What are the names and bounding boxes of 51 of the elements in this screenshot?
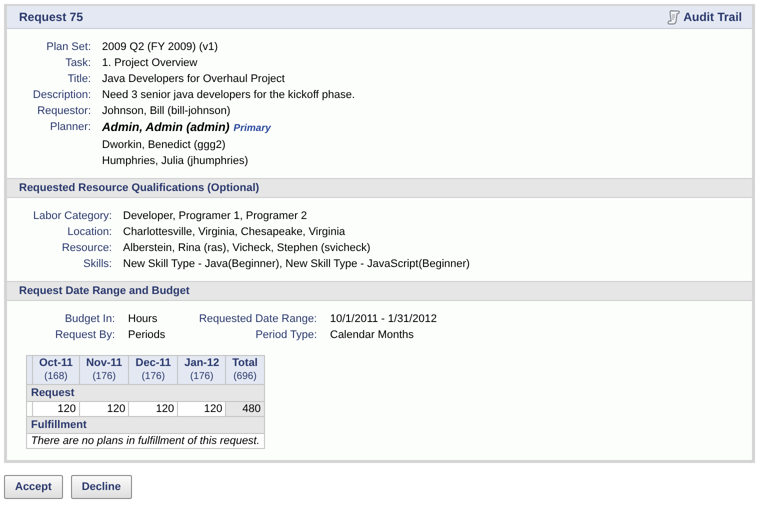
field-label: Labor Category: bbox=[32, 209, 112, 224]
table-cell: 120 bbox=[32, 402, 80, 416]
audit-trail-link[interactable]: Audit Trail bbox=[666, 9, 742, 25]
field-value: Johnson, Bill (bill-johnson) bbox=[102, 104, 232, 119]
column-header: Total (696) bbox=[226, 356, 264, 384]
planner-name: Admin, Admin (admin) bbox=[102, 120, 230, 134]
field-label: Task: bbox=[64, 56, 91, 71]
table-cell: 120 bbox=[178, 402, 226, 416]
table-cell: 120 bbox=[79, 402, 129, 416]
field-value: 2009 Q2 (FY 2009) (v1) bbox=[102, 40, 219, 55]
field-value: Charlottesville, Virginia, Chesapeake, Virginia bbox=[123, 225, 346, 240]
row-group-label: Fulfillment bbox=[26, 416, 264, 434]
column-header: Jan-12 (176) bbox=[178, 356, 226, 384]
field-value: Hours bbox=[128, 312, 158, 327]
field-label: Planner: bbox=[49, 120, 91, 135]
field-label: Budget In: bbox=[64, 312, 115, 327]
field-value: Periods bbox=[128, 328, 166, 343]
empty-message: There are no plans in fulfillment of this request. bbox=[26, 434, 264, 448]
field-label: Skills: bbox=[82, 257, 112, 272]
row-group-label: Request bbox=[26, 384, 264, 402]
field-label: Location: bbox=[66, 225, 112, 240]
field-value: 10/1/2011 - 1/31/2012 bbox=[330, 312, 438, 327]
action-button[interactable]: Decline bbox=[70, 475, 132, 499]
field-value: Need 3 senior java developers for the kickoff phase. bbox=[102, 88, 356, 103]
column-header: Nov-11 (176) bbox=[79, 356, 129, 384]
section-header: Request Date Range and Budget bbox=[7, 281, 752, 301]
column-header: Oct-11 (168) bbox=[32, 356, 80, 384]
panel-title: Request 75 bbox=[19, 10, 84, 24]
action-button[interactable]: Accept bbox=[4, 475, 63, 499]
column-header: Dec-11 (176) bbox=[128, 356, 178, 384]
field-value: Alberstein, Rina (ras), Vicheck, Stephen (svicheck) bbox=[123, 241, 372, 256]
planner-name: Humphries, Julia (jhumphries) bbox=[102, 155, 248, 167]
field-label: Period Type: bbox=[254, 328, 317, 343]
field-value: 1. Project Overview bbox=[102, 56, 198, 71]
field-label: Resource: bbox=[60, 241, 112, 256]
primary-tag: Primary bbox=[234, 123, 271, 134]
planner-name: Dworkin, Benedict (ggg2) bbox=[102, 139, 226, 151]
field-label: Plan Set: bbox=[45, 40, 91, 55]
scroll-icon bbox=[666, 9, 682, 25]
field-value: Developer, Programer 1, Programer 2 bbox=[123, 209, 308, 224]
field-value: New Skill Type - Java(Beginner), New Skill Type - JavaScript(Beginner) bbox=[123, 257, 471, 272]
field-label: Request By: bbox=[54, 328, 115, 343]
field-label: Requestor: bbox=[36, 104, 91, 119]
field-label: Title: bbox=[66, 72, 91, 87]
section-header: Requested Resource Qualifications (Optional) bbox=[7, 178, 752, 198]
table-cell: 120 bbox=[128, 402, 178, 416]
field-label: Requested Date Range: bbox=[198, 312, 317, 327]
field-value: Java Developers for Overhaul Project bbox=[102, 72, 286, 87]
field-label: Description: bbox=[32, 88, 91, 103]
field-value: Calendar Months bbox=[330, 328, 415, 343]
table-cell: 480 bbox=[226, 402, 264, 416]
